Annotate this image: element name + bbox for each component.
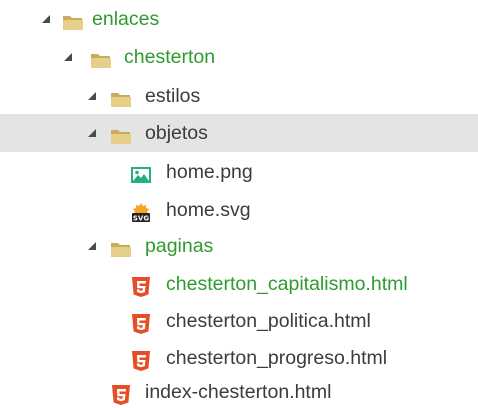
tree-item-index-chesterton-html[interactable]: index-chesterton.html — [0, 373, 478, 408]
tree-item-chesterton[interactable]: chesterton — [0, 38, 478, 76]
tree-item-label: chesterton_progreso.html — [166, 347, 388, 369]
tree-item-paginas[interactable]: paginas — [0, 227, 478, 265]
folder-open-icon — [110, 85, 132, 107]
tree-item-label: estilos — [145, 85, 201, 107]
expand-arrow-icon[interactable] — [88, 92, 96, 100]
tree-item-label: chesterton_capitalismo.html — [166, 273, 408, 295]
html5-file-icon — [130, 310, 152, 334]
expand-arrow-icon[interactable] — [64, 53, 72, 61]
tree-item-label: objetos — [145, 122, 208, 144]
svg-file-icon: SVG — [130, 199, 152, 223]
expand-arrow-icon[interactable] — [88, 129, 96, 137]
tree-item-chesterton-progreso-html[interactable]: chesterton_progreso.html — [0, 339, 478, 377]
tree-item-objetos[interactable]: objetos — [0, 114, 478, 152]
folder-open-icon — [90, 46, 112, 68]
folder-open-icon — [62, 8, 84, 30]
image-file-icon — [130, 161, 152, 183]
file-explorer-tree: enlaces chesterton estilos objetos home.… — [0, 0, 478, 408]
tree-item-enlaces[interactable]: enlaces — [0, 0, 478, 38]
folder-open-icon — [110, 122, 132, 144]
tree-item-home-png[interactable]: home.png — [0, 153, 478, 191]
expand-arrow-icon[interactable] — [42, 15, 50, 23]
tree-item-estilos[interactable]: estilos — [0, 77, 478, 115]
tree-item-label: chesterton_politica.html — [166, 310, 371, 332]
tree-item-label: home.svg — [166, 199, 251, 221]
tree-item-label: paginas — [145, 235, 214, 257]
tree-item-label: index-chesterton.html — [145, 381, 332, 403]
tree-item-label: chesterton — [124, 46, 216, 68]
tree-item-chesterton-capitalismo-html[interactable]: chesterton_capitalismo.html — [0, 265, 478, 303]
folder-open-icon — [110, 235, 132, 257]
expand-arrow-icon[interactable] — [88, 242, 96, 250]
svg-text:SVG: SVG — [133, 215, 149, 223]
html5-file-icon — [110, 381, 132, 405]
tree-item-label: home.png — [166, 161, 253, 183]
tree-item-home-svg[interactable]: SVG home.svg — [0, 191, 478, 229]
html5-file-icon — [130, 347, 152, 371]
tree-item-chesterton-politica-html[interactable]: chesterton_politica.html — [0, 302, 478, 340]
tree-item-label: enlaces — [92, 8, 160, 30]
html5-file-icon — [130, 273, 152, 297]
